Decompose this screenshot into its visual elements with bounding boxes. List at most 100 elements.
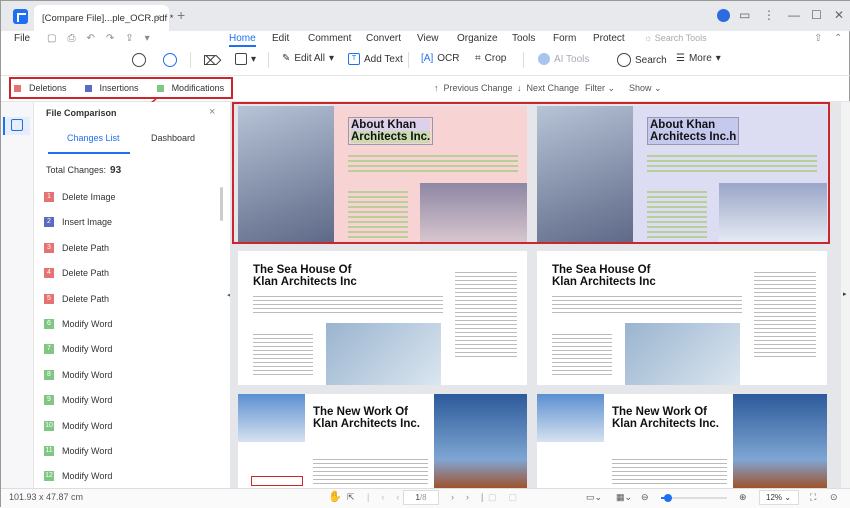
change-list-item[interactable]: 8 Modify Word — [44, 369, 112, 380]
change-label: Modify Word — [62, 446, 113, 456]
change-number-badge: 11 — [44, 446, 54, 456]
add-text-button[interactable]: T Add Text — [348, 53, 403, 65]
tab-home[interactable]: Home — [229, 33, 256, 47]
more-options-icon[interactable]: ⋮ — [763, 8, 775, 22]
zoom-level: 12% — [766, 493, 783, 502]
page-number-input[interactable]: 1/8 — [403, 490, 439, 505]
quick-access-icons[interactable]: ▢⎙↶↷⇪▾ — [47, 33, 161, 44]
scroll-down-icon[interactable]: ⊙ — [830, 492, 838, 503]
panel-scrollbar[interactable] — [220, 187, 223, 221]
building-image — [625, 323, 740, 385]
page-layout-dropdown[interactable]: ▦⌄ — [616, 492, 632, 503]
file-menu[interactable]: File — [14, 33, 30, 44]
change-list-item[interactable]: 5 Delete Path — [44, 293, 109, 304]
change-list-item[interactable]: 10 Modify Word — [44, 420, 112, 431]
change-list-item[interactable]: 6 Modify Word — [44, 319, 112, 329]
search-tools-label: Search Tools — [654, 33, 707, 43]
edit-all-button[interactable]: ✎ Edit All ▾ — [282, 53, 334, 64]
change-list-item[interactable]: 1 Delete Image — [44, 192, 116, 202]
tab-form[interactable]: Form — [553, 33, 576, 44]
maximize-button[interactable]: ☐ — [811, 8, 822, 22]
app-logo-icon — [13, 9, 28, 24]
change-list-item[interactable]: 12 Modify Word — [44, 471, 112, 482]
tab-changes-list[interactable]: Changes List — [67, 133, 120, 143]
change-list-item[interactable]: 9 Modify Word — [44, 395, 112, 406]
show-dropdown[interactable]: Show ⌄ — [629, 83, 662, 94]
zoom-out-icon — [132, 53, 146, 67]
upload-cloud-icon[interactable]: ⇧ — [814, 33, 822, 44]
page-title: The Sea House Of Klan Architects Inc — [552, 264, 656, 288]
previous-change-button[interactable]: ↑ Previous Change — [434, 83, 513, 93]
ocr-button[interactable]: [A] OCR — [421, 53, 459, 64]
search-button[interactable]: Search — [617, 53, 667, 67]
file-compare-icon[interactable] — [3, 117, 30, 135]
change-label: Delete Path — [62, 268, 110, 279]
legend-label: Deletions — [29, 83, 67, 93]
body-text — [612, 456, 727, 484]
tab-view[interactable]: View — [417, 33, 439, 44]
zoom-out-button[interactable] — [132, 53, 146, 67]
change-label: Delete Image — [62, 192, 116, 202]
search-icon — [617, 53, 631, 67]
change-list-item[interactable]: 2 Insert Image — [44, 217, 113, 228]
zoom-in-button[interactable] — [163, 53, 177, 67]
rotate-page-icons[interactable]: ▢▢ — [488, 492, 529, 503]
feedback-icon[interactable]: ▭ — [739, 8, 750, 22]
ai-tools-button[interactable]: AI Tools — [538, 53, 589, 65]
close-tab-icon[interactable]: × — [155, 12, 161, 23]
change-list-item[interactable]: 7 Modify Word — [44, 344, 112, 355]
fullscreen-icon[interactable]: ⛶ — [810, 492, 816, 503]
close-panel-icon[interactable]: × — [209, 106, 215, 118]
change-list-item[interactable]: 3 Delete Path — [44, 242, 109, 253]
fit-mode-dropdown[interactable]: ▭⌄ — [586, 492, 602, 503]
search-tools-input[interactable]: ☼ Search Tools — [644, 33, 707, 43]
change-number-badge: 12 — [44, 471, 54, 482]
shape-button[interactable]: ▾ — [235, 53, 256, 65]
change-list-item[interactable]: 11 Modify Word — [44, 446, 112, 456]
document-scrollbar[interactable]: ▸ — [841, 102, 850, 488]
page-title: The Sea House Of Klan Architects Inc — [253, 264, 357, 288]
change-number-badge: 1 — [44, 192, 54, 202]
change-label: Insert Image — [62, 217, 113, 228]
next-change-label: Next Change — [526, 83, 580, 93]
deletions-swatch — [14, 84, 21, 92]
change-list-item[interactable]: 4 Delete Path — [44, 268, 110, 279]
revised-page-2: The Sea House Of Klan Architects Inc — [537, 251, 827, 385]
close-window-button[interactable]: ✕ — [834, 8, 844, 22]
search-label: Search — [635, 54, 667, 66]
change-number-badge: 10 — [44, 420, 54, 431]
tab-comment[interactable]: Comment — [308, 33, 351, 44]
edit-all-label: Edit All — [294, 53, 325, 64]
tab-convert[interactable]: Convert — [366, 33, 401, 44]
highlight-button[interactable]: ⌦ — [203, 53, 221, 69]
original-page-3: The New Work Of Klan Architects Inc. — [238, 394, 527, 488]
legend-modifications: Modifications — [156, 83, 224, 93]
avatar[interactable] — [717, 9, 730, 22]
ocr-icon: [A] — [421, 53, 434, 64]
more-button[interactable]: ☰ More ▾ — [676, 53, 721, 64]
new-tab-button[interactable]: + — [177, 7, 185, 23]
tab-dashboard[interactable]: Dashboard — [151, 133, 195, 143]
document-tab[interactable]: [Compare File]...ple_OCR.pdf * × — [34, 5, 173, 31]
tab-edit[interactable]: Edit — [272, 33, 289, 44]
tab-tools[interactable]: Tools — [512, 33, 535, 44]
collapse-ribbon-icon[interactable]: ⌃ — [834, 33, 842, 44]
building-image — [238, 394, 305, 442]
crop-icon: ⌗ — [475, 53, 481, 64]
tab-organize[interactable]: Organize — [457, 33, 498, 44]
filter-dropdown[interactable]: Filter ⌄ — [585, 83, 615, 94]
zoom-slider[interactable] — [661, 494, 727, 502]
zoom-in-icon[interactable]: ⊕ — [739, 492, 747, 503]
ocr-label: OCR — [437, 53, 460, 64]
tab-protect[interactable]: Protect — [593, 33, 625, 44]
building-image — [434, 394, 527, 488]
legend-label: Insertions — [99, 83, 139, 93]
minimize-button[interactable]: — — [788, 8, 800, 22]
next-change-button[interactable]: ↓ Next Change — [517, 83, 579, 93]
zoom-level-dropdown[interactable]: 12% ⌄ — [759, 490, 799, 505]
hand-tool-icon[interactable]: ✋ — [328, 490, 342, 503]
zoom-out-icon[interactable]: ⊖ — [641, 492, 649, 503]
crop-button[interactable]: ⌗ Crop — [475, 53, 506, 64]
change-number-badge: 8 — [44, 369, 54, 380]
select-tool-icon[interactable]: ⇱ — [347, 492, 355, 503]
